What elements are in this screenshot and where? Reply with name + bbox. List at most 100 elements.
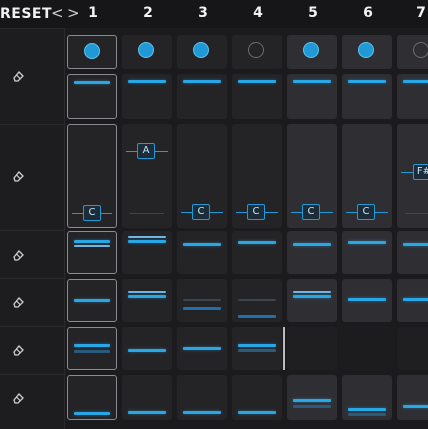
row7-cell-7[interactable] xyxy=(397,375,428,420)
row7-cell-3[interactable] xyxy=(177,375,227,420)
row7-cell-2[interactable] xyxy=(122,375,172,420)
note-label: A xyxy=(137,143,155,159)
pitch-reference-line xyxy=(405,213,428,214)
value-bar xyxy=(183,347,221,350)
step-label-2: 2 xyxy=(143,5,153,21)
velocity-cell-7[interactable] xyxy=(397,74,428,119)
value-bar xyxy=(128,240,166,243)
chevron-left-icon[interactable]: < xyxy=(51,4,64,22)
value-bar-secondary xyxy=(74,245,110,247)
value-bar xyxy=(238,241,276,244)
velocity-cell-3[interactable] xyxy=(177,74,227,119)
note-label: C xyxy=(302,204,320,220)
note-label: C xyxy=(357,204,375,220)
row5-cell-2[interactable] xyxy=(122,279,172,322)
trigger-dot xyxy=(138,42,154,58)
row5-cell-1[interactable] xyxy=(67,279,117,322)
step-label-7: 7 xyxy=(416,5,426,21)
row7-cell-5[interactable] xyxy=(287,375,337,420)
velocity-cell-5[interactable] xyxy=(287,74,337,119)
pitch-cell-7[interactable]: F# xyxy=(397,124,428,228)
value-bar xyxy=(293,243,331,246)
velocity-bar xyxy=(403,80,428,83)
velocity-cell-6[interactable] xyxy=(342,74,392,119)
value-bar-ghost xyxy=(183,299,221,301)
eraser-icon[interactable] xyxy=(11,248,25,262)
value-bar xyxy=(183,411,221,414)
row4-cell-2[interactable] xyxy=(122,231,172,274)
pitch-cell-2[interactable]: A xyxy=(122,124,172,228)
velocity-cell-4[interactable] xyxy=(232,74,282,119)
pitch-cell-1[interactable]: C xyxy=(67,124,117,228)
trigger-cell-7[interactable] xyxy=(397,35,428,69)
pitch-cell-5[interactable]: C xyxy=(287,124,337,228)
velocity-bar xyxy=(348,80,386,83)
value-bar xyxy=(74,299,110,302)
row5-cell-3[interactable] xyxy=(177,279,227,322)
value-bar-secondary xyxy=(128,291,166,293)
velocity-bar xyxy=(183,80,221,83)
value-bar-ghost xyxy=(238,299,276,301)
eraser-icon[interactable] xyxy=(11,69,25,83)
pitch-cell-4[interactable]: C xyxy=(232,124,282,228)
row-label-row6 xyxy=(0,326,65,375)
row5-cell-5[interactable] xyxy=(287,279,337,322)
row5-cell-7[interactable] xyxy=(397,279,428,322)
value-bar-ghost xyxy=(238,349,276,352)
pitch-cell-6[interactable]: C xyxy=(342,124,392,228)
row6-cell-5[interactable] xyxy=(287,327,337,370)
row7-cell-4[interactable] xyxy=(232,375,282,420)
step-label-5: 5 xyxy=(308,5,318,21)
row4-cell-5[interactable] xyxy=(287,231,337,274)
value-bar xyxy=(403,243,428,246)
row6-cell-1[interactable] xyxy=(67,327,117,370)
pitch-reference-line xyxy=(130,213,164,214)
velocity-bar xyxy=(293,80,331,83)
eraser-icon[interactable] xyxy=(11,169,25,183)
row5-cell-4[interactable] xyxy=(232,279,282,322)
trigger-cell-3[interactable] xyxy=(177,35,227,69)
row4-cell-6[interactable] xyxy=(342,231,392,274)
trigger-cell-1[interactable] xyxy=(67,35,117,69)
row6-cell-7[interactable] xyxy=(397,327,428,370)
row4-cell-3[interactable] xyxy=(177,231,227,274)
row6-cell-3[interactable] xyxy=(177,327,227,370)
velocity-bar xyxy=(74,81,110,84)
velocity-cell-1[interactable] xyxy=(67,74,117,119)
trigger-dot xyxy=(248,42,264,58)
row-label-row7 xyxy=(0,374,65,429)
value-bar xyxy=(74,344,110,347)
reset-button[interactable]: RESET xyxy=(0,6,52,22)
row4-cell-4[interactable] xyxy=(232,231,282,274)
value-bar-secondary xyxy=(128,236,166,238)
value-bar xyxy=(74,412,110,415)
trigger-dot xyxy=(413,42,428,58)
value-bar xyxy=(238,344,276,347)
row7-cell-1[interactable] xyxy=(67,375,117,420)
eraser-icon[interactable] xyxy=(11,295,25,309)
velocity-cell-2[interactable] xyxy=(122,74,172,119)
pitch-cell-3[interactable]: C xyxy=(177,124,227,228)
eraser-icon[interactable] xyxy=(11,391,25,405)
value-bar xyxy=(128,295,166,298)
value-bar xyxy=(183,307,221,310)
value-bar xyxy=(238,315,276,318)
trigger-cell-6[interactable] xyxy=(342,35,392,69)
step-label-6: 6 xyxy=(363,5,373,21)
value-bar xyxy=(74,240,110,243)
row6-cell-2[interactable] xyxy=(122,327,172,370)
trigger-cell-2[interactable] xyxy=(122,35,172,69)
row4-cell-7[interactable] xyxy=(397,231,428,274)
row5-cell-6[interactable] xyxy=(342,279,392,322)
row6-cell-4[interactable] xyxy=(232,327,282,370)
trigger-cell-5[interactable] xyxy=(287,35,337,69)
value-bar xyxy=(128,349,166,352)
value-bar xyxy=(293,399,331,402)
eraser-icon[interactable] xyxy=(11,343,25,357)
row6-cell-6[interactable] xyxy=(342,327,392,370)
trigger-cell-4[interactable] xyxy=(232,35,282,69)
velocity-bar xyxy=(238,80,276,83)
row4-cell-1[interactable] xyxy=(67,231,117,274)
row7-cell-6[interactable] xyxy=(342,375,392,420)
value-bar-secondary xyxy=(293,291,331,293)
